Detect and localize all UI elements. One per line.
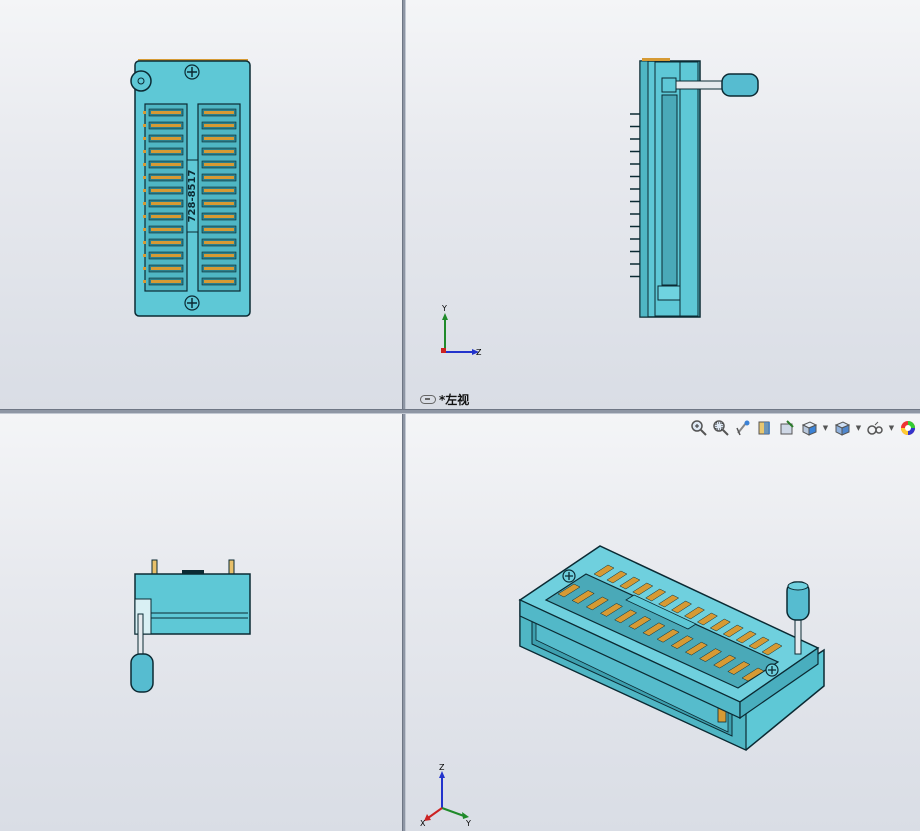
screw-bottom: [184, 295, 200, 311]
left-view-model[interactable]: Y Z: [406, 0, 920, 409]
viewport-splitter-horizontal[interactable]: [0, 409, 920, 414]
hide-show-items-dropdown[interactable]: ▼: [887, 418, 896, 438]
svg-text:Y: Y: [465, 819, 471, 828]
view-orientation-dropdown[interactable]: ▼: [821, 418, 830, 438]
view-name-label: *左视: [420, 391, 469, 408]
graphics-area[interactable]: 728-8517 Y Z *左视 Z X Y ▼ ▼ ▼: [0, 0, 920, 831]
top-view-model[interactable]: [0, 414, 402, 831]
hide-show-items-icon[interactable]: [865, 418, 885, 438]
svg-text:X: X: [420, 819, 426, 828]
coordinate-triad: Y Z: [441, 304, 482, 357]
heads-up-view-toolbar: ▼ ▼ ▼: [689, 414, 920, 442]
section-view-icon[interactable]: [755, 418, 775, 438]
screw-top: [184, 64, 200, 80]
display-style-icon[interactable]: [832, 418, 852, 438]
previous-view-icon[interactable]: [733, 418, 753, 438]
front-viewport[interactable]: 728-8517: [0, 0, 402, 409]
zoom-to-fit-icon[interactable]: [689, 418, 709, 438]
coordinate-triad: Z X Y: [420, 763, 471, 828]
display-style-dropdown[interactable]: ▼: [854, 418, 863, 438]
isometric-viewport[interactable]: Z X Y ▼ ▼ ▼: [406, 414, 920, 831]
viewport-splitter-vertical[interactable]: [402, 0, 406, 831]
view-name-text: *左视: [439, 393, 470, 407]
front-view-model[interactable]: 728-8517: [0, 0, 402, 409]
svg-text:Z: Z: [439, 763, 445, 772]
zoom-to-area-icon[interactable]: [711, 418, 731, 438]
isometric-view-model[interactable]: Z X Y: [406, 414, 920, 831]
svg-text:Y: Y: [441, 304, 447, 313]
dynamic-annotation-icon[interactable]: [777, 418, 797, 438]
view-orientation-icon[interactable]: [799, 418, 819, 438]
svg-text:Z: Z: [476, 348, 482, 357]
top-viewport[interactable]: [0, 414, 402, 831]
left-viewport[interactable]: Y Z *左视: [406, 0, 920, 409]
appearance-icon[interactable]: [898, 418, 918, 438]
link-icon: [420, 395, 436, 404]
part-marking-front: 728-8517: [187, 170, 198, 223]
